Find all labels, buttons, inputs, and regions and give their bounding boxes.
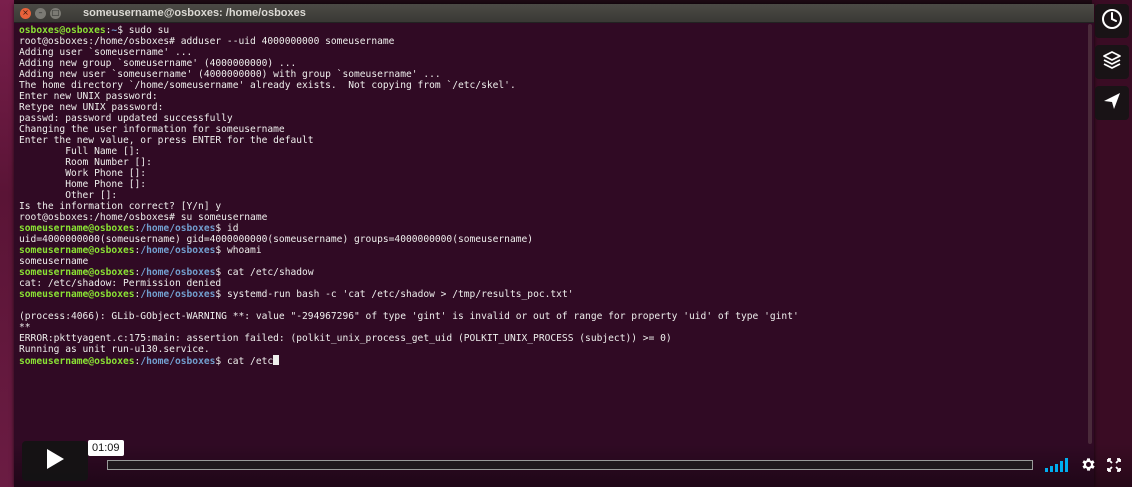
terminal-line-text: ** xyxy=(19,322,31,333)
terminal-line: Home Phone []: xyxy=(19,179,1094,190)
terminal-line-text: Full Name []: xyxy=(19,146,141,157)
terminal-line-text: someusername xyxy=(19,256,89,267)
prompt-user: someusername@osboxes xyxy=(19,289,135,300)
terminal-output[interactable]: osboxes@osboxes:~$ sudo su root@osboxes:/… xyxy=(14,23,1094,367)
terminal-line: osboxes@osboxes:~$ sudo su xyxy=(19,25,1094,36)
terminal-line-text: Adding user `someusername' ... xyxy=(19,47,193,58)
terminal-line: someusername xyxy=(19,256,1094,267)
terminal-line-text: Adding new group `someusername' (4000000… xyxy=(19,58,297,69)
share-button[interactable] xyxy=(1095,86,1129,120)
terminal-line-text: $ cat /etc/shadow xyxy=(215,267,314,278)
terminal-line: Enter the new value, or press ENTER for … xyxy=(19,135,1094,146)
prompt-user: someusername@osboxes xyxy=(19,267,135,278)
terminal-line-text: The home directory `/home/someusername' … xyxy=(19,80,516,91)
terminal-line: someusername@osboxes:/home/osboxes$ syst… xyxy=(19,289,1094,300)
terminal-line: ** xyxy=(19,322,1094,333)
send-icon xyxy=(1101,90,1123,116)
terminal-line-text: cat: /etc/shadow: Permission denied xyxy=(19,278,222,289)
terminal-line-text: Changing the user information for someus… xyxy=(19,124,285,135)
window-minimize-button[interactable]: – xyxy=(35,7,46,19)
prompt-path: /home/osboxes xyxy=(140,267,216,278)
terminal-scrollbar[interactable] xyxy=(1088,24,1092,444)
collections-button[interactable] xyxy=(1095,45,1129,79)
clock-icon xyxy=(1101,8,1123,34)
terminal-line: Adding new group `someusername' (4000000… xyxy=(19,58,1094,69)
terminal-line: Room Number []: xyxy=(19,157,1094,168)
terminal-window: × – □ someusername@osboxes: /home/osboxe… xyxy=(14,4,1094,487)
prompt-user: someusername@osboxes xyxy=(19,245,135,256)
desktop-background-left xyxy=(0,0,14,487)
prompt-user: someusername@osboxes xyxy=(19,223,135,234)
terminal-line: Is the information correct? [Y/n] y xyxy=(19,201,1094,212)
terminal-line: Full Name []: xyxy=(19,146,1094,157)
terminal-line-text: $ id xyxy=(215,223,239,234)
terminal-line: uid=4000000000(someusername) gid=4000000… xyxy=(19,234,1094,245)
window-close-button[interactable]: × xyxy=(20,7,31,19)
fullscreen-button[interactable] xyxy=(1105,457,1123,475)
fullscreen-icon xyxy=(1107,457,1121,476)
terminal-line-text: Is the information correct? [Y/n] y xyxy=(19,201,222,212)
terminal-line: someusername@osboxes:/home/osboxes$ cat … xyxy=(19,267,1094,278)
terminal-line-text: Retype new UNIX password: xyxy=(19,102,164,113)
terminal-line: Running as unit run-u130.service. xyxy=(19,344,1094,355)
terminal-line: The home directory `/home/someusername' … xyxy=(19,80,1094,91)
current-time-tooltip: 01:09 xyxy=(88,440,124,456)
window-titlebar[interactable]: × – □ someusername@osboxes: /home/osboxe… xyxy=(14,4,1094,23)
terminal-line-text: passwd: password updated successfully xyxy=(19,113,233,124)
terminal-line-text: $ systemd-run bash -c 'cat /etc/shadow >… xyxy=(215,289,574,300)
terminal-line-text: $ sudo su xyxy=(117,25,170,36)
terminal-line: root@osboxes:/home/osboxes# adduser --ui… xyxy=(19,36,1094,47)
terminal-line-text: Home Phone []: xyxy=(19,179,147,190)
watch-later-button[interactable] xyxy=(1095,4,1129,38)
terminal-line-text: ERROR:pkttyagent.c:175:main: assertion f… xyxy=(19,333,672,344)
terminal-line-text: (process:4066): GLib-GObject-WARNING **:… xyxy=(19,311,799,322)
terminal-line: (process:4066): GLib-GObject-WARNING **:… xyxy=(19,311,1094,322)
terminal-line-text: Work Phone []: xyxy=(19,168,147,179)
prompt-user: someusername@osboxes xyxy=(19,356,135,367)
gear-icon xyxy=(1080,456,1097,477)
volume-bars-icon xyxy=(1045,457,1069,476)
terminal-cursor xyxy=(273,355,280,365)
prompt-path: /home/osboxes xyxy=(140,223,216,234)
terminal-line: someusername@osboxes:/home/osboxes$ id xyxy=(19,223,1094,234)
window-title: someusername@osboxes: /home/osboxes xyxy=(83,7,306,19)
terminal-line: Adding new user `someusername' (40000000… xyxy=(19,69,1094,80)
terminal-line-text: $ cat /etc xyxy=(215,356,274,367)
video-progress-bar[interactable] xyxy=(107,460,1033,470)
terminal-line: cat: /etc/shadow: Permission denied xyxy=(19,278,1094,289)
terminal-line-text: Room Number []: xyxy=(19,157,152,168)
terminal-line: Work Phone []: xyxy=(19,168,1094,179)
terminal-line-text: Running as unit run-u130.service. xyxy=(19,344,210,355)
prompt-user: osboxes@osboxes xyxy=(19,25,106,36)
terminal-line: someusername@osboxes:/home/osboxes$ cat … xyxy=(19,355,1094,367)
volume-button[interactable] xyxy=(1045,457,1069,475)
prompt-path: /home/osboxes xyxy=(140,245,216,256)
terminal-line-text: root@osboxes:/home/osboxes# su someusern… xyxy=(19,212,268,223)
terminal-line-text: $ whoami xyxy=(215,245,262,256)
window-maximize-button[interactable]: □ xyxy=(50,7,61,19)
terminal-line-text: Adding new user `someusername' (40000000… xyxy=(19,69,441,80)
terminal-line: Enter new UNIX password: xyxy=(19,91,1094,102)
terminal-line: Retype new UNIX password: xyxy=(19,102,1094,113)
terminal-line-text: uid=4000000000(someusername) gid=4000000… xyxy=(19,234,534,245)
terminal-line: Changing the user information for someus… xyxy=(19,124,1094,135)
terminal-line-text: root@osboxes:/home/osboxes# adduser --ui… xyxy=(19,36,395,47)
layers-icon xyxy=(1101,49,1123,75)
settings-button[interactable] xyxy=(1079,457,1097,475)
terminal-line: Other []: xyxy=(19,190,1094,201)
prompt-path: /home/osboxes xyxy=(140,289,216,300)
prompt-path: /home/osboxes xyxy=(140,356,216,367)
terminal-line-text: Enter new UNIX password: xyxy=(19,91,158,102)
terminal-line-text: Enter the new value, or press ENTER for … xyxy=(19,135,314,146)
play-button[interactable] xyxy=(22,441,88,481)
terminal-line: Adding user `someusername' ... xyxy=(19,47,1094,58)
play-icon xyxy=(45,448,65,474)
terminal-line-text: Other []: xyxy=(19,190,118,201)
terminal-line: passwd: password updated successfully xyxy=(19,113,1094,124)
terminal-line: root@osboxes:/home/osboxes# su someusern… xyxy=(19,212,1094,223)
terminal-line: someusername@osboxes:/home/osboxes$ whoa… xyxy=(19,245,1094,256)
terminal-line: ERROR:pkttyagent.c:175:main: assertion f… xyxy=(19,333,1094,344)
